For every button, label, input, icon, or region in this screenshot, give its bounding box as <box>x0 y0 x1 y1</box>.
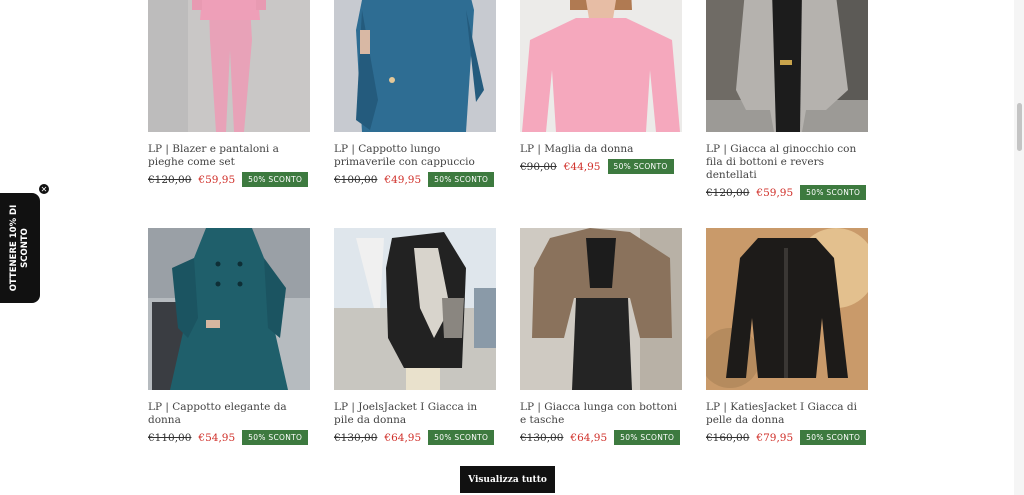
product-image-fleece-jacket[interactable] <box>334 228 496 390</box>
sale-price: €79,95 <box>756 431 794 444</box>
old-price: €110,00 <box>148 431 192 444</box>
discount-badge: 50% SCONTO <box>242 430 309 445</box>
discount-badge: 50% SCONTO <box>428 172 495 187</box>
product-image-pink-sweater[interactable] <box>520 0 682 132</box>
promo-label: OTTENERE 10% DI SCONTO <box>9 204 30 292</box>
old-price: €120,00 <box>706 186 750 199</box>
product-title[interactable]: LP | JoelsJacket I Giacca in pile da don… <box>334 401 496 427</box>
discount-badge: 50% SCONTO <box>800 185 867 200</box>
sale-price: €49,95 <box>384 173 422 186</box>
price-row: €130,00 €64,95 50% SCONTO <box>520 430 682 445</box>
discount-badge: 50% SCONTO <box>800 430 867 445</box>
product-image-leather-jacket[interactable] <box>706 228 868 390</box>
close-icon[interactable]: ✕ <box>38 183 50 195</box>
price-row: €120,00 €59,95 50% SCONTO <box>706 185 868 200</box>
price-row: €110,00 €54,95 50% SCONTO <box>148 430 310 445</box>
product-title[interactable]: LP | Maglia da donna <box>520 143 682 156</box>
product-image-blazer-set[interactable] <box>148 0 310 132</box>
old-price: €100,00 <box>334 173 378 186</box>
sale-price: €54,95 <box>198 431 236 444</box>
sale-price: €64,95 <box>384 431 422 444</box>
discount-promo-tab[interactable]: OTTENERE 10% DI SCONTO <box>0 193 40 303</box>
product-card[interactable]: LP | Giacca lunga con bottoni e tasche €… <box>520 228 682 445</box>
product-card[interactable]: LP | JoelsJacket I Giacca in pile da don… <box>334 228 496 445</box>
product-grid: LP | Blazer e pantaloni a pieghe come se… <box>0 0 1024 495</box>
discount-badge: 50% SCONTO <box>607 159 674 174</box>
product-image-tweed-coat[interactable] <box>706 0 868 132</box>
product-title[interactable]: LP | Giacca lunga con bottoni e tasche <box>520 401 682 427</box>
price-row: €160,00 €79,95 50% SCONTO <box>706 430 868 445</box>
scrollbar[interactable] <box>1014 0 1024 495</box>
old-price: €90,00 <box>520 160 557 173</box>
product-card[interactable]: LP | Cappotto elegante da donna €110,00 … <box>148 228 310 445</box>
discount-badge: 50% SCONTO <box>428 430 495 445</box>
product-title[interactable]: LP | KatiesJacket I Giacca di pelle da d… <box>706 401 868 427</box>
product-card[interactable]: LP | Cappotto lungo primaverile con capp… <box>334 0 496 187</box>
old-price: €120,00 <box>148 173 192 186</box>
product-card[interactable]: LP | Maglia da donna €90,00 €44,95 50% S… <box>520 0 682 174</box>
sale-price: €44,95 <box>563 160 601 173</box>
sale-price: €59,95 <box>756 186 794 199</box>
old-price: €130,00 <box>520 431 564 444</box>
product-card[interactable]: LP | KatiesJacket I Giacca di pelle da d… <box>706 228 868 445</box>
product-title[interactable]: LP | Cappotto elegante da donna <box>148 401 310 427</box>
price-row: €90,00 €44,95 50% SCONTO <box>520 159 682 174</box>
discount-badge: 50% SCONTO <box>614 430 681 445</box>
product-image-hooded-coat[interactable] <box>334 0 496 132</box>
product-image-brown-jacket[interactable] <box>520 228 682 390</box>
product-title[interactable]: LP | Giacca al ginocchio con fila di bot… <box>706 143 868 182</box>
discount-badge: 50% SCONTO <box>242 172 309 187</box>
view-all-button[interactable]: Visualizza tutto <box>460 466 555 493</box>
price-row: €120,00 €59,95 50% SCONTO <box>148 172 310 187</box>
old-price: €160,00 <box>706 431 750 444</box>
product-card[interactable]: LP | Giacca al ginocchio con fila di bot… <box>706 0 868 200</box>
product-title[interactable]: LP | Cappotto lungo primaverile con capp… <box>334 143 496 169</box>
product-card[interactable]: LP | Blazer e pantaloni a pieghe come se… <box>148 0 310 187</box>
price-row: €100,00 €49,95 50% SCONTO <box>334 172 496 187</box>
product-title[interactable]: LP | Blazer e pantaloni a pieghe come se… <box>148 143 310 169</box>
scrollbar-thumb[interactable] <box>1017 103 1022 151</box>
sale-price: €59,95 <box>198 173 236 186</box>
price-row: €130,00 €64,95 50% SCONTO <box>334 430 496 445</box>
old-price: €130,00 <box>334 431 378 444</box>
sale-price: €64,95 <box>570 431 608 444</box>
product-image-teal-coat[interactable] <box>148 228 310 390</box>
